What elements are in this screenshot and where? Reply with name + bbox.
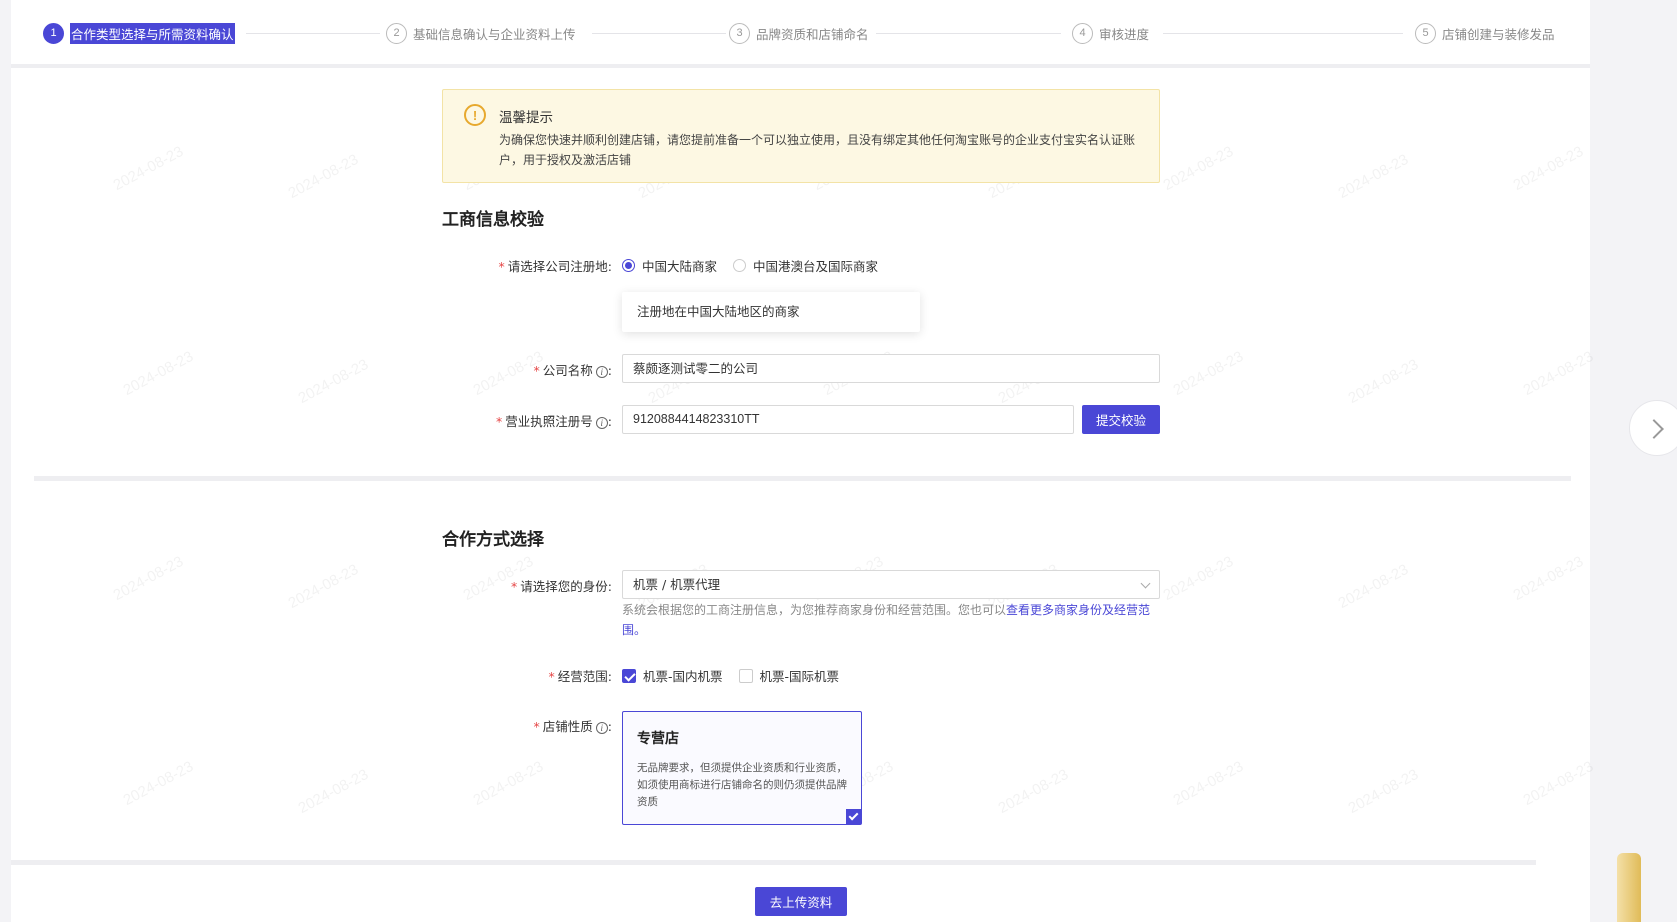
license-number-input[interactable]: 9120884414823310TT (622, 405, 1074, 434)
shop-type-card-specialty[interactable]: 专营店 无品牌要求，但须提供企业资质和行业资质，如须使用商标进行店铺命名的则仍须… (622, 711, 862, 825)
step-4-number: 4 (1072, 22, 1093, 44)
step-3-label: 品牌资质和店铺命名 (756, 26, 869, 42)
step-4-label: 审核进度 (1099, 26, 1150, 42)
step-2-label: 基础信息确认与企业资料上传 (413, 26, 576, 42)
step-2[interactable]: 2 基础信息确认与企业资料上传 (386, 20, 576, 46)
chevron-down-icon (1140, 578, 1151, 589)
info-icon[interactable]: i (595, 365, 608, 378)
region-option-international[interactable]: 中国港澳台及国际商家 (753, 256, 878, 275)
step-3-number: 3 (729, 22, 750, 44)
info-icon[interactable]: i (595, 721, 608, 734)
step-connector (876, 33, 1061, 34)
company-name-input[interactable]: 蔡颇逐测试零二的公司 (622, 354, 1160, 383)
info-icon[interactable]: i (595, 416, 608, 429)
scope-label: * 经营范围: (548, 669, 612, 684)
business-check-title: 工商信息校验 (442, 210, 544, 230)
side-decoration (1617, 853, 1641, 922)
tips-notice: ! 温馨提示 为确保您快速并顺利创建店铺，请您提前准备一个可以独立使用，且没有绑… (442, 89, 1160, 183)
required-mark: * (498, 259, 505, 274)
required-mark: * (533, 363, 540, 378)
identity-select[interactable]: 机票 / 机票代理 (622, 570, 1160, 599)
warning-icon: ! (464, 104, 486, 126)
region-radio-international[interactable] (733, 259, 747, 272)
shop-type-label: * 店铺性质 i: (533, 719, 612, 734)
identity-help-text: 系统会根据您的工商注册信息，为您推荐商家身份和经营范围。您也可以查看更多商家身份… (622, 603, 1151, 637)
region-radio-mainland[interactable] (622, 259, 635, 272)
region-option-mainland[interactable]: 中国大陆商家 (642, 256, 717, 275)
cooperation-title: 合作方式选择 (442, 530, 544, 550)
step-5-label: 店铺创建与装修发品 (1442, 26, 1555, 42)
upload-materials-button[interactable]: 去上传资料 (755, 887, 847, 916)
chevron-right-icon[interactable] (1629, 400, 1677, 456)
step-2-number: 2 (386, 22, 407, 44)
submit-check-button[interactable]: 提交校验 (1082, 405, 1160, 434)
identity-label: * 请选择您的身份: (511, 579, 612, 594)
identity-select-value: 机票 / 机票代理 (633, 577, 721, 592)
scope-option-domestic[interactable]: 机票-国内机票 (643, 666, 723, 685)
footer-divider (11, 860, 1536, 865)
section-divider (34, 476, 1571, 481)
region-label: * 请选择公司注册地: (498, 259, 612, 274)
step-4[interactable]: 4 审核进度 (1072, 20, 1149, 46)
region-radio-group: 中国大陆商家 中国港澳台及国际商家 (622, 256, 894, 275)
step-1-number: 1 (43, 22, 64, 44)
step-5-number: 5 (1415, 22, 1436, 44)
required-mark: * (533, 719, 540, 734)
step-connector (246, 33, 380, 34)
step-connector (592, 33, 726, 34)
step-1-label: 合作类型选择与所需资料确认 (70, 22, 235, 44)
step-connector (1163, 33, 1403, 34)
company-name-label: * 公司名称 i: (533, 363, 612, 378)
notice-title: 温馨提示 (499, 110, 553, 126)
notice-text: 为确保您快速并顺利创建店铺，请您提前准备一个可以独立使用，且没有绑定其他任何淘宝… (499, 133, 1136, 167)
license-number-label: * 营业执照注册号 i: (496, 414, 612, 429)
scope-checkbox-domestic[interactable] (622, 668, 636, 683)
step-3[interactable]: 3 品牌资质和店铺命名 (729, 20, 869, 46)
scope-option-international[interactable]: 机票-国际机票 (760, 666, 840, 685)
step-1[interactable]: 1 合作类型选择与所需资料确认 (43, 20, 235, 46)
scope-checkbox-group: 机票-国内机票 机票-国际机票 (622, 666, 855, 685)
shop-card-title: 专营店 (637, 731, 679, 747)
shop-card-description: 无品牌要求，但须提供企业资质和行业资质，如须使用商标进行店铺命名的则仍须提供品牌… (637, 762, 847, 808)
scope-checkbox-international[interactable] (738, 668, 753, 683)
required-mark: * (511, 579, 518, 594)
required-mark: * (496, 414, 503, 429)
check-icon (846, 809, 861, 824)
region-tooltip: 注册地在中国大陆地区的商家 (622, 292, 920, 332)
step-5[interactable]: 5 店铺创建与装修发品 (1415, 20, 1555, 46)
required-mark: * (548, 669, 555, 684)
